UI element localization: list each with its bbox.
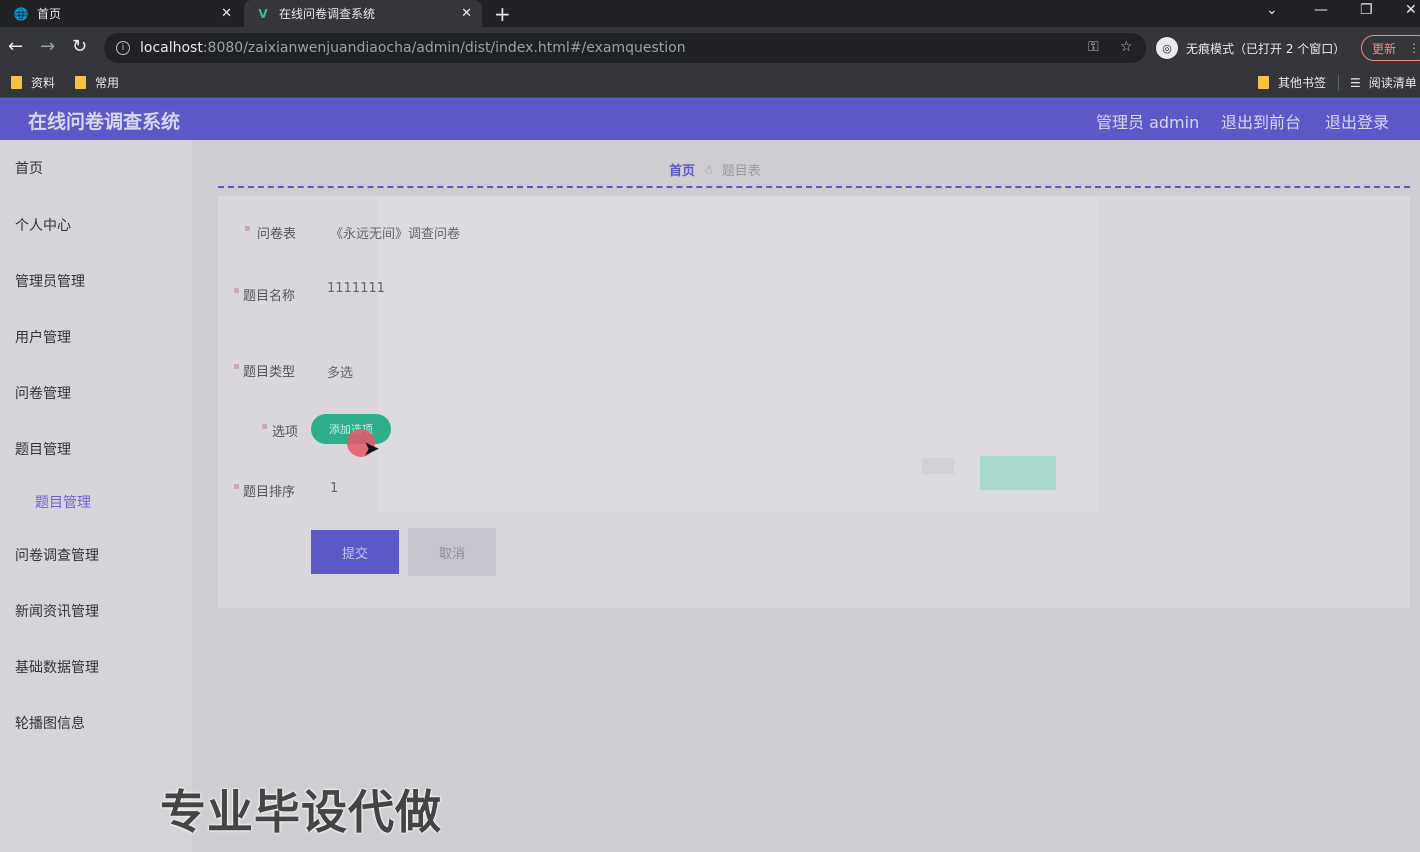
required-marker bbox=[262, 424, 267, 429]
bookmark-divider bbox=[1338, 75, 1339, 91]
required-marker bbox=[234, 288, 239, 293]
minimize-icon[interactable]: — bbox=[1314, 2, 1328, 18]
question-order-label: 题目排序 bbox=[243, 485, 296, 500]
question-name-input[interactable]: 1111111 bbox=[327, 281, 385, 296]
window-close-icon[interactable]: ✕ bbox=[1405, 2, 1417, 18]
sidebar-item-news[interactable]: 新闻资讯管理 bbox=[15, 601, 99, 621]
bookmarks-bar: 资料 常用 其他书签 ☰ 阅读清单 bbox=[0, 69, 1420, 98]
sidebar-item-questionnaires[interactable]: 问卷管理 bbox=[15, 383, 71, 403]
browser-tab-home[interactable]: 🌐 首页 ✕ bbox=[0, 0, 242, 27]
folder-icon bbox=[11, 76, 22, 89]
new-tab-icon[interactable]: + bbox=[494, 2, 511, 26]
options-label: 选项 bbox=[272, 425, 299, 440]
bookmark-label: 其他书签 bbox=[1278, 76, 1327, 90]
url-input[interactable]: i localhost :8080/zaixianwenjuandiaocha/… bbox=[104, 33, 1146, 63]
main-content: 首页 ☃ 题目表 问卷表 《永远无间》调查问卷 题目名称 1111111 题目类… bbox=[192, 140, 1420, 852]
globe-icon: 🌐 bbox=[13, 6, 29, 21]
question-name-label: 题目名称 bbox=[243, 289, 296, 304]
breadcrumb-home[interactable]: 首页 bbox=[669, 160, 695, 179]
sidebar-item-surveys[interactable]: 问卷调查管理 bbox=[15, 545, 99, 565]
forward-arrow-icon[interactable]: → bbox=[40, 36, 55, 57]
reading-list[interactable]: ☰ 阅读清单 bbox=[1350, 74, 1417, 91]
update-button[interactable]: 更新 ⋮ bbox=[1361, 35, 1420, 61]
question-type-select[interactable]: 多选 bbox=[327, 362, 353, 381]
folder-icon bbox=[75, 76, 86, 89]
cancel-button[interactable]: 取消 bbox=[408, 528, 496, 576]
key-icon[interactable]: ⚿ bbox=[1088, 39, 1099, 55]
vue-logo-icon: V bbox=[258, 6, 268, 21]
exit-to-front-link[interactable]: 退出到前台 bbox=[1221, 109, 1301, 133]
dialog-cancel-ghost bbox=[922, 458, 954, 474]
app-header: 在线问卷调查系统 管理员 admin 退出到前台 退出登录 bbox=[0, 98, 1420, 140]
breadcrumb-separator-icon: ☃ bbox=[703, 162, 714, 177]
question-order-input[interactable]: 1 bbox=[330, 481, 338, 496]
info-icon[interactable]: i bbox=[116, 41, 130, 55]
dialog-confirm-ghost bbox=[980, 456, 1056, 490]
restore-icon[interactable]: ❐ bbox=[1360, 2, 1373, 18]
sidebar-item-questions[interactable]: 题目管理 bbox=[15, 439, 71, 459]
reload-icon[interactable]: ↻ bbox=[72, 36, 87, 57]
questionnaire-select[interactable]: 《永远无间》调查问卷 bbox=[330, 223, 460, 242]
close-icon[interactable]: ✕ bbox=[461, 6, 472, 21]
bookmark-folder[interactable]: 常用 bbox=[75, 74, 119, 91]
app-title: 在线问卷调查系统 bbox=[28, 111, 181, 133]
update-label: 更新 bbox=[1372, 41, 1397, 56]
back-arrow-icon[interactable]: ← bbox=[8, 36, 23, 57]
bookmark-label: 阅读清单 bbox=[1368, 76, 1417, 90]
star-icon[interactable]: ☆ bbox=[1120, 39, 1133, 55]
close-icon[interactable]: ✕ bbox=[221, 6, 232, 21]
sidebar-item-carousel[interactable]: 轮播图信息 bbox=[15, 713, 85, 733]
logout-link[interactable]: 退出登录 bbox=[1325, 109, 1389, 133]
tab-title: 在线问卷调查系统 bbox=[279, 7, 376, 21]
submit-button[interactable]: 提交 bbox=[311, 530, 399, 574]
question-form: 问卷表 《永远无间》调查问卷 题目名称 1111111 题目类型 多选 选项 添… bbox=[218, 196, 1410, 608]
sidebar-item-basic-data[interactable]: 基础数据管理 bbox=[15, 657, 99, 677]
browser-tab-active[interactable]: V 在线问卷调查系统 ✕ bbox=[244, 0, 482, 27]
reading-list-icon: ☰ bbox=[1350, 75, 1361, 90]
address-bar-row: ← → ↻ i localhost :8080/zaixianwenjuandi… bbox=[0, 27, 1420, 69]
sidebar-item-profile[interactable]: 个人中心 bbox=[15, 215, 71, 235]
url-host: localhost bbox=[140, 40, 203, 56]
required-marker bbox=[234, 364, 239, 369]
bookmark-folder[interactable]: 其他书签 bbox=[1258, 74, 1326, 91]
breadcrumb: 首页 ☃ 题目表 bbox=[669, 160, 761, 180]
breadcrumb-current: 题目表 bbox=[721, 164, 761, 179]
bookmark-folder[interactable]: 资料 bbox=[11, 74, 55, 91]
tab-title: 首页 bbox=[37, 7, 62, 21]
sidebar-subitem-questions[interactable]: 题目管理 bbox=[35, 492, 91, 512]
bookmark-label: 常用 bbox=[95, 76, 120, 90]
question-type-label: 题目类型 bbox=[243, 365, 296, 380]
sidebar: 首页 个人中心 管理员管理 用户管理 问卷管理 题目管理 题目管理 问卷调查管理… bbox=[0, 140, 192, 852]
incognito-label: 无痕模式（已打开 2 个窗口） bbox=[1186, 41, 1346, 56]
required-marker bbox=[245, 226, 250, 231]
current-user: 管理员 admin bbox=[1096, 113, 1200, 132]
url-path: :8080/zaixianwenjuandiaocha/admin/dist/i… bbox=[202, 40, 686, 56]
folder-icon bbox=[1258, 76, 1269, 89]
required-marker bbox=[234, 484, 239, 489]
mouse-cursor-icon: ➤ bbox=[363, 436, 380, 460]
tab-search-chevron-icon[interactable]: ⌄ bbox=[1266, 2, 1278, 18]
browser-tab-bar: 🌐 首页 ✕ V 在线问卷调查系统 ✕ + ⌄ — ❐ ✕ bbox=[0, 0, 1420, 27]
watermark-text: 专业毕设代做 bbox=[160, 785, 442, 839]
breadcrumb-divider bbox=[218, 186, 1410, 188]
sidebar-item-users[interactable]: 用户管理 bbox=[15, 327, 71, 347]
incognito-icon: ◎ bbox=[1156, 37, 1178, 59]
sidebar-item-admins[interactable]: 管理员管理 bbox=[15, 271, 85, 291]
sidebar-item-home[interactable]: 首页 bbox=[15, 158, 43, 178]
more-menu-icon[interactable]: ⋮ bbox=[1408, 41, 1420, 55]
incognito-indicator[interactable]: ◎ 无痕模式（已打开 2 个窗口） bbox=[1156, 33, 1345, 63]
questionnaire-label: 问卷表 bbox=[257, 227, 297, 242]
bookmark-label: 资料 bbox=[31, 76, 56, 90]
